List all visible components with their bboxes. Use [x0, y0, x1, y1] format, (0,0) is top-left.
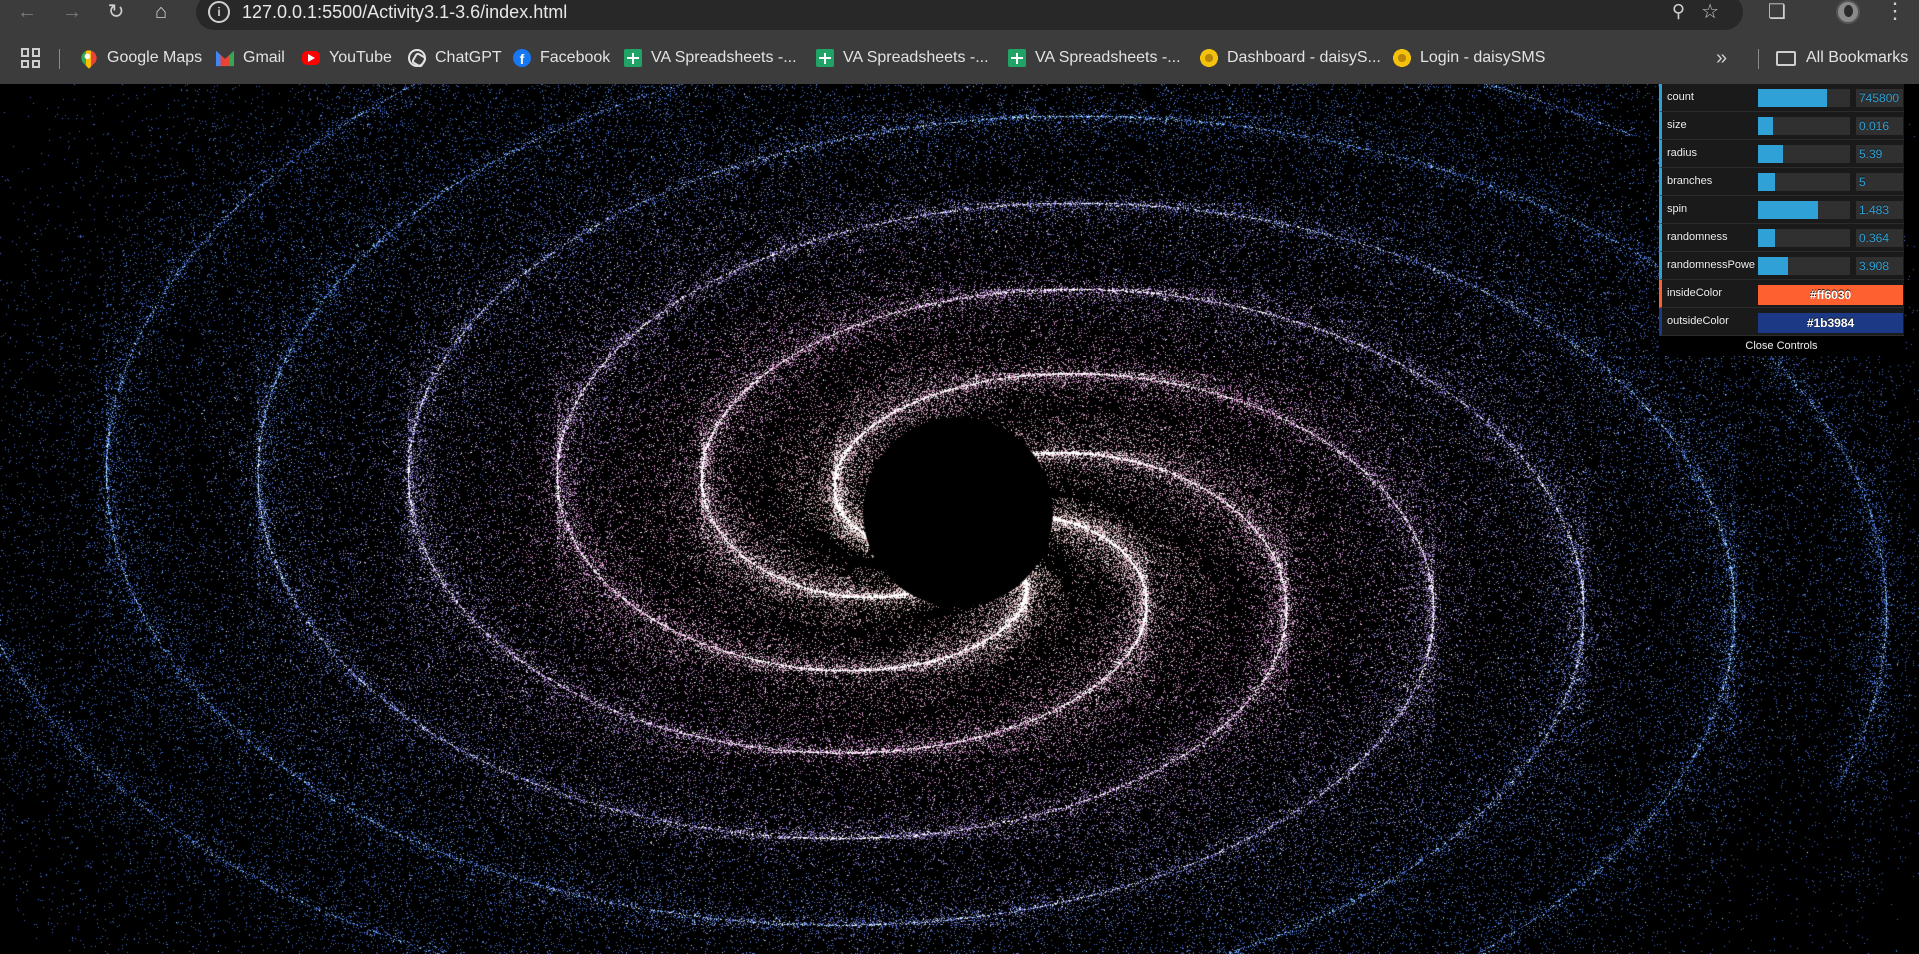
forward-arrow-icon[interactable]: → [57, 0, 87, 26]
radius-slider[interactable] [1758, 145, 1850, 163]
bookmark-login-daisysms[interactable]: Login - daisySMS [1393, 44, 1545, 72]
spin-input[interactable]: 1.483 [1856, 201, 1903, 219]
bookmark-va-spreadsheets-3[interactable]: VA Spreadsheets -... [1008, 44, 1181, 72]
reload-icon[interactable]: ↻ [101, 0, 131, 26]
slider-fill [1758, 145, 1783, 163]
back-arrow-icon[interactable]: ← [12, 0, 42, 26]
dat-gui-panel: count 745800 size 0.016 radius 5.39 bran… [1659, 84, 1904, 356]
bookmark-label: VA Spreadsheets -... [1035, 49, 1181, 66]
randomness-input[interactable]: 0.364 [1856, 229, 1903, 247]
randomness-power-input[interactable]: 3.908 [1856, 257, 1903, 275]
daisy-icon [1200, 49, 1218, 67]
bookmark-label: YouTube [329, 49, 392, 66]
all-bookmarks-label: All Bookmarks [1806, 49, 1909, 66]
bookmark-google-maps[interactable]: Google Maps [78, 44, 203, 72]
google-maps-icon [78, 47, 100, 69]
bookmark-label: Login - daisySMS [1420, 49, 1546, 66]
site-info-icon[interactable]: i [208, 1, 230, 23]
radius-input[interactable]: 5.39 [1856, 145, 1903, 163]
bookmarks-overflow-icon[interactable]: » [1716, 48, 1727, 68]
gui-control-radius[interactable]: radius 5.39 [1659, 140, 1904, 168]
inside-color-picker[interactable]: #ff6030 [1758, 285, 1903, 305]
bookmark-star-icon[interactable]: ☆ [1701, 0, 1719, 24]
branches-slider[interactable] [1758, 173, 1850, 191]
bookmark-label: ChatGPT [435, 49, 502, 66]
gui-control-inside-color[interactable]: insideColor #ff6030 [1659, 280, 1904, 308]
slider-fill [1758, 229, 1775, 247]
randomness-power-slider[interactable] [1758, 257, 1850, 275]
browser-chrome: ← → ↻ ⌂ i 127.0.0.1:5500/Activity3.1-3.6… [0, 0, 1919, 84]
gui-label: spin [1667, 203, 1688, 215]
gui-label: randomness [1667, 231, 1728, 243]
size-input[interactable]: 0.016 [1856, 117, 1903, 135]
randomness-slider[interactable] [1758, 229, 1850, 247]
zoom-icon[interactable]: ⚲ [1672, 1, 1685, 22]
count-input[interactable]: 745800 [1856, 89, 1903, 107]
bookmark-label: Google Maps [107, 49, 203, 66]
bookmark-label: Gmail [243, 49, 285, 66]
extensions-icon[interactable]: ❏ [1768, 0, 1786, 24]
url-text[interactable]: 127.0.0.1:5500/Activity3.1-3.6/index.htm… [242, 1, 567, 23]
gui-control-outside-color[interactable]: outsideColor #1b3984 [1659, 308, 1904, 336]
bookmarks-bar: Google Maps Gmail YouTube ChatGPT f Face… [0, 44, 1919, 74]
google-sheets-icon [1008, 49, 1026, 67]
daisy-icon [1393, 49, 1411, 67]
bookmarks-divider [59, 49, 60, 69]
bookmark-chatgpt[interactable]: ChatGPT [408, 44, 502, 72]
folder-icon [1776, 50, 1796, 66]
count-slider[interactable] [1758, 89, 1850, 107]
profile-avatar[interactable] [1836, 0, 1860, 24]
gui-label: branches [1667, 175, 1713, 187]
gui-label: size [1667, 119, 1687, 131]
bookmark-label: VA Spreadsheets -... [651, 49, 797, 66]
branches-input[interactable]: 5 [1856, 173, 1903, 191]
bookmark-label: Facebook [540, 49, 611, 66]
gui-control-randomness-power[interactable]: randomnessPower 3.908 [1659, 252, 1904, 280]
bookmark-gmail[interactable]: Gmail [216, 44, 285, 72]
gui-control-size[interactable]: size 0.016 [1659, 112, 1904, 140]
close-controls-button[interactable]: Close Controls [1659, 336, 1904, 356]
gui-control-spin[interactable]: spin 1.483 [1659, 196, 1904, 224]
gui-control-count[interactable]: count 745800 [1659, 84, 1904, 112]
all-bookmarks-button[interactable]: All Bookmarks [1776, 44, 1908, 72]
size-slider[interactable] [1758, 117, 1850, 135]
spin-slider[interactable] [1758, 201, 1850, 219]
gmail-icon [216, 50, 234, 67]
google-sheets-icon [624, 49, 642, 67]
browser-toolbar: ← → ↻ ⌂ i 127.0.0.1:5500/Activity3.1-3.6… [0, 0, 1919, 30]
slider-fill [1758, 201, 1818, 219]
gui-label: outsideColor [1667, 315, 1729, 327]
bookmark-label: VA Spreadsheets -... [843, 49, 989, 66]
chatgpt-icon [408, 49, 426, 67]
apps-grid-icon[interactable] [21, 48, 41, 68]
home-icon[interactable]: ⌂ [146, 0, 176, 26]
bookmark-facebook[interactable]: f Facebook [513, 44, 610, 72]
gui-control-randomness[interactable]: randomness 0.364 [1659, 224, 1904, 252]
gui-control-branches[interactable]: branches 5 [1659, 168, 1904, 196]
gui-label: insideColor [1667, 287, 1723, 299]
slider-fill [1758, 257, 1789, 275]
bookmark-va-spreadsheets-1[interactable]: VA Spreadsheets -... [624, 44, 797, 72]
slider-fill [1758, 89, 1827, 107]
page-viewport[interactable] [0, 84, 1919, 954]
outside-color-picker[interactable]: #1b3984 [1758, 313, 1903, 333]
youtube-icon [302, 51, 320, 65]
gui-label: radius [1667, 147, 1697, 159]
bookmark-va-spreadsheets-2[interactable]: VA Spreadsheets -... [816, 44, 989, 72]
bookmark-dashboard-daisysms[interactable]: Dashboard - daisyS... [1200, 44, 1381, 72]
gui-label: count [1667, 91, 1694, 103]
slider-fill [1758, 173, 1775, 191]
bookmark-label: Dashboard - daisyS... [1227, 49, 1381, 66]
menu-kebab-icon[interactable]: ⋮ [1884, 0, 1906, 22]
bookmark-youtube[interactable]: YouTube [302, 44, 392, 72]
slider-fill [1758, 117, 1773, 135]
gui-label: randomnessPower [1667, 259, 1755, 271]
google-sheets-icon [816, 49, 834, 67]
galaxy-canvas[interactable] [0, 84, 1919, 954]
facebook-icon: f [513, 49, 531, 67]
address-bar[interactable]: i 127.0.0.1:5500/Activity3.1-3.6/index.h… [196, 0, 1743, 30]
bookmarks-divider [1758, 49, 1759, 69]
